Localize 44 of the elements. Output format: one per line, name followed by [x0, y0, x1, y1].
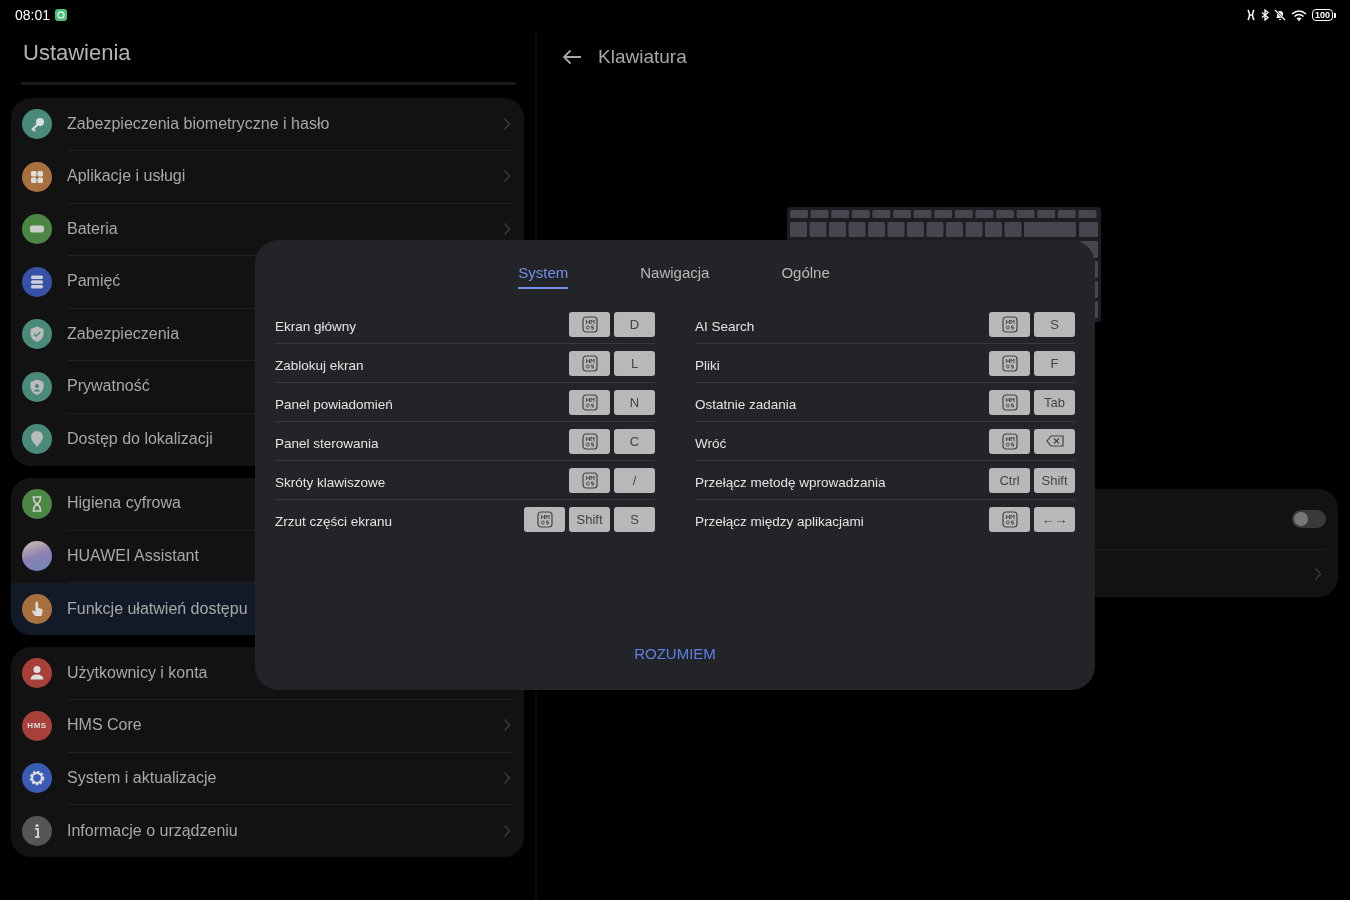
- shortcut-label: Przełącz metodę wprowadzania: [695, 473, 887, 490]
- key-cap: Shift: [569, 506, 610, 532]
- settings-item-label: Zabezpieczenia biometryczne i hasło: [67, 114, 330, 133]
- key-cap: N: [614, 389, 655, 415]
- clock-time: 08:01: [15, 7, 51, 23]
- shortcut-label: Ostatnie zadania: [695, 395, 798, 412]
- settings-item-label: Użytkownicy i konta: [67, 663, 208, 682]
- settings-item-label: System i aktualizacje: [67, 768, 217, 787]
- key-cap: L: [614, 350, 655, 376]
- key-cap: C: [614, 428, 655, 454]
- settings-item-label: Prywatność: [67, 377, 150, 396]
- key-cap: Tab: [1034, 389, 1075, 415]
- battery-level: 100: [1311, 9, 1333, 21]
- key-cap: F: [1034, 350, 1075, 376]
- settings-item-label: HUAWEI Assistant: [67, 546, 199, 565]
- settings-item-label: HMS Core: [67, 716, 142, 735]
- shortcut-label: Zrzut części ekranu: [275, 512, 394, 529]
- key-cap: S: [1034, 311, 1075, 337]
- key-cap: Ctrl: [989, 467, 1030, 493]
- shortcut-label: AI Search: [695, 317, 756, 334]
- settings-item-label: Dostęp do lokalizacji: [67, 430, 213, 449]
- app-badge-icon: HMS: [22, 710, 52, 741]
- shortcut-label: Przełącz między aplikacjami: [695, 512, 865, 529]
- settings-item-label: Bateria: [67, 219, 118, 238]
- settings-item-label: Pamięć: [67, 272, 121, 291]
- key-cap: S: [614, 506, 655, 532]
- shortcut-label: Skróty klawiszowe: [275, 473, 387, 490]
- settings-item-label: Informacje o urządzeniu: [67, 821, 238, 840]
- key-cap: ←→: [1034, 506, 1075, 532]
- key-cap: /: [614, 467, 655, 493]
- shortcut-label: Panel powiadomień: [275, 395, 394, 412]
- shortcut-label: Wróć: [695, 434, 728, 451]
- shortcut-label: Ekran główny: [275, 317, 358, 334]
- page-title: Ustawienia: [22, 39, 132, 67]
- shortcut-label: Pliki: [695, 356, 721, 373]
- settings-item-label: Higiena cyfrowa: [67, 494, 181, 513]
- shortcut-label: Panel sterowania: [275, 434, 380, 451]
- shortcut-label: Zablokuj ekran: [275, 356, 365, 373]
- settings-item-label: Aplikacje i usługi: [67, 167, 186, 186]
- settings-item-label: Funkcje ułatwień dostępu: [67, 599, 248, 618]
- key-cap: Shift: [1034, 467, 1075, 493]
- settings-item-label: Zabezpieczenia: [67, 324, 180, 343]
- page-title: Klawiatura: [598, 46, 687, 68]
- key-cap: D: [614, 311, 655, 337]
